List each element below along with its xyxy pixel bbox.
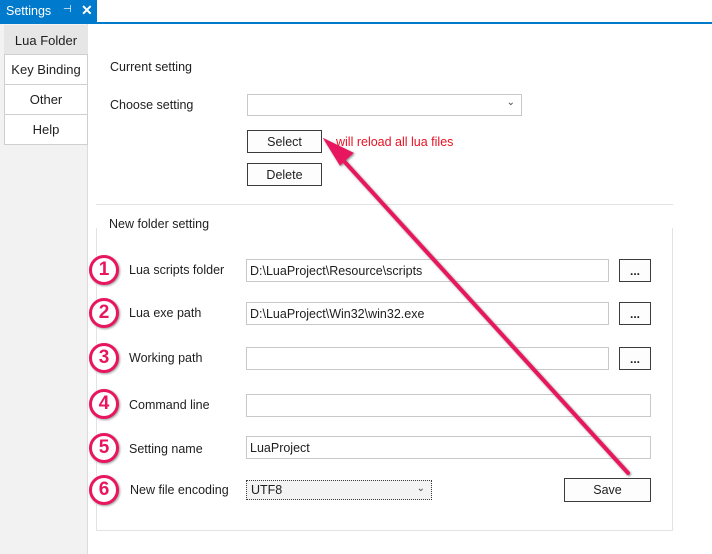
annotation-arrow bbox=[322, 137, 630, 475]
arrow-shaft bbox=[341, 158, 630, 475]
arrow-head bbox=[322, 137, 354, 166]
